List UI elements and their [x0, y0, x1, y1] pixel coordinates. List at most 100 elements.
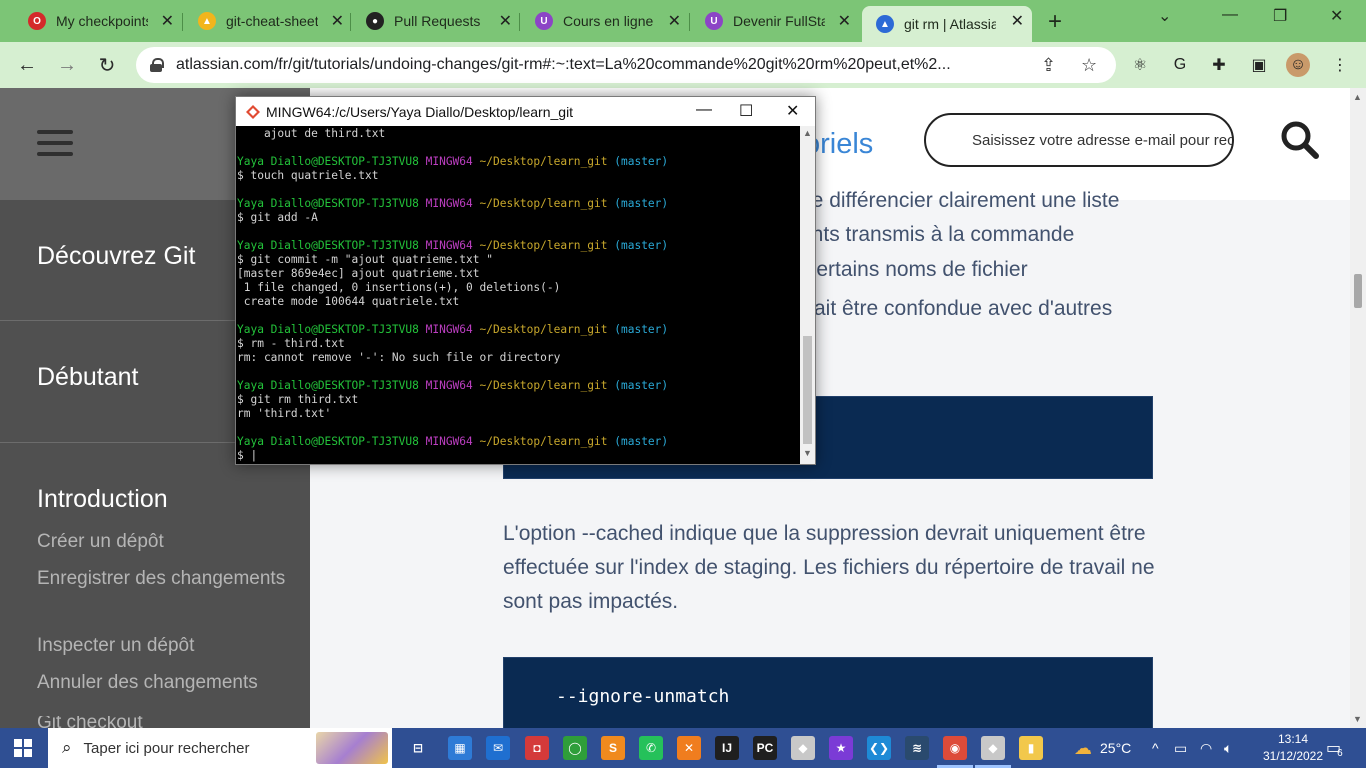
- side-panel-icon[interactable]: ▣: [1247, 53, 1271, 77]
- udemy-icon: U: [535, 12, 553, 30]
- profile-avatar[interactable]: ☺: [1286, 53, 1310, 77]
- close-icon[interactable]: ✕: [786, 101, 799, 121]
- prompt-branch: (master): [614, 155, 669, 168]
- sublime-icon[interactable]: S: [601, 736, 625, 760]
- star-app-icon[interactable]: ★: [829, 736, 853, 760]
- browser-tab[interactable]: O My checkpoints ✕: [14, 6, 182, 36]
- sidebar-link-inspect-repo[interactable]: Inspecter un dépôt: [37, 631, 297, 661]
- new-tab-button[interactable]: +: [1048, 8, 1062, 36]
- tab-search-icon[interactable]: ⌄: [1158, 6, 1171, 26]
- terminal-line: create mode 100644 quatriele.txt: [237, 295, 460, 308]
- terminal-scrollbar[interactable]: ▲ ▼: [800, 126, 815, 464]
- system-clock[interactable]: 13:14 31/12/2022: [1258, 731, 1328, 765]
- sidebar-link-create-repo[interactable]: Créer un dépôt: [37, 527, 297, 557]
- app-dark-icon[interactable]: ≋: [905, 736, 929, 760]
- sidebar-link-undo-changes[interactable]: Annuler des changements: [37, 668, 297, 698]
- git-bash-icon[interactable]: ◆: [981, 736, 1005, 760]
- back-arrow-icon[interactable]: ←: [12, 50, 42, 80]
- windows-start-icon[interactable]: [14, 739, 32, 757]
- extensions-puzzle-icon[interactable]: ✚: [1207, 53, 1231, 77]
- sidebar-section-introduction[interactable]: Introduction: [37, 485, 168, 514]
- email-input[interactable]: Saisissez votre adresse e-mail pour rec: [924, 113, 1234, 167]
- notification-count: 6: [1337, 747, 1343, 759]
- browser-menu-icon[interactable]: ⋮: [1328, 53, 1352, 77]
- task-view-icon[interactable]: ⊟: [406, 736, 430, 760]
- close-window-icon[interactable]: ✕: [1330, 6, 1343, 26]
- reload-icon[interactable]: ↻: [92, 50, 122, 80]
- weather-widget[interactable]: ☁ 25°C: [1074, 728, 1131, 768]
- terminal-line: rm 'third.txt': [237, 407, 332, 420]
- share-icon[interactable]: ⇪: [1041, 55, 1056, 76]
- minimize-icon[interactable]: —: [1222, 6, 1238, 24]
- taskbar-search[interactable]: ⌕ Taper ici pour rechercher: [48, 728, 392, 768]
- browser-tab[interactable]: U Devenir FullSta ✕: [691, 6, 859, 36]
- sidebar-section-beginner[interactable]: Débutant: [37, 363, 138, 392]
- git-gui-icon[interactable]: ◆: [791, 736, 815, 760]
- tab-close-icon[interactable]: ✕: [331, 11, 344, 31]
- page-scrollbar[interactable]: ▲ ▼: [1350, 88, 1366, 728]
- prompt-path: ~/Desktop/learn_git: [479, 435, 608, 448]
- hamburger-menu-icon[interactable]: [37, 130, 73, 156]
- chrome-icon[interactable]: ◉: [943, 736, 967, 760]
- weather-cloud-sun-icon: ☁: [1074, 737, 1092, 758]
- prompt-user: Yaya Diallo@DESKTOP-TJ3TVU8: [237, 155, 419, 168]
- browser-tab[interactable]: ▲ git-cheat-sheet ✕: [184, 6, 352, 36]
- tab-close-icon[interactable]: ✕: [499, 11, 512, 31]
- whatsapp-icon[interactable]: ✆: [639, 736, 663, 760]
- restore-icon[interactable]: ❐: [1273, 6, 1287, 26]
- cached-option-paragraph: L'option --cached indique que la suppres…: [503, 522, 1155, 613]
- address-bar[interactable]: atlassian.com/fr/git/tutorials/undoing-c…: [136, 47, 1116, 83]
- browser-tab[interactable]: ● Pull Requests ✕: [352, 6, 520, 36]
- forward-arrow-icon[interactable]: →: [52, 50, 82, 80]
- show-hidden-icons[interactable]: ^: [1152, 728, 1159, 768]
- scroll-down-icon[interactable]: ▼: [803, 448, 812, 458]
- scroll-down-icon[interactable]: ▼: [1353, 714, 1362, 724]
- prompt-path: ~/Desktop/learn_git: [479, 379, 608, 392]
- prompt-host: MINGW64: [425, 155, 473, 168]
- bookmark-star-icon[interactable]: ☆: [1081, 55, 1097, 76]
- browser-tab[interactable]: ▲ git rm | Atlassia ✕: [862, 6, 1032, 42]
- store-icon[interactable]: ▦: [448, 736, 472, 760]
- git-bash-window[interactable]: MINGW64:/c/Users/Yaya Diallo/Desktop/lea…: [235, 96, 816, 465]
- scroll-up-icon[interactable]: ▲: [803, 128, 812, 138]
- notification-center-icon[interactable]: ▭ 6: [1326, 728, 1343, 768]
- volume-icon[interactable]: 🔈︎: [1224, 728, 1232, 768]
- tab-close-icon[interactable]: ✕: [1011, 11, 1024, 31]
- browser-tab[interactable]: U Cours en ligne ✕: [521, 6, 689, 36]
- xampp-icon[interactable]: ✕: [677, 736, 701, 760]
- url-text[interactable]: atlassian.com/fr/git/tutorials/undoing-c…: [176, 56, 1026, 74]
- tab-close-icon[interactable]: ✕: [161, 11, 174, 31]
- search-icon[interactable]: [1280, 120, 1320, 160]
- git-bash-icon: [246, 104, 260, 119]
- prompt-host: MINGW64: [425, 379, 473, 392]
- scrollbar-thumb[interactable]: [1354, 274, 1362, 308]
- tab-close-icon[interactable]: ✕: [668, 11, 681, 31]
- sidebar-link-checkout[interactable]: Git checkout: [37, 716, 297, 728]
- terminal-line: Yaya Diallo@DESKTOP-TJ3TVU8 MINGW64 ~/De…: [237, 323, 799, 337]
- battery-icon[interactable]: ▭: [1174, 728, 1187, 768]
- maximize-icon[interactable]: ☐: [739, 101, 753, 121]
- google-translate-icon[interactable]: G: [1168, 53, 1192, 77]
- sidebar-link-save-changes[interactable]: Enregistrer des changements: [37, 564, 297, 594]
- mail-icon[interactable]: ✉: [486, 736, 510, 760]
- app-red-icon[interactable]: ◘: [525, 736, 549, 760]
- app-green-ring-icon[interactable]: ◯: [563, 736, 587, 760]
- terminal-output[interactable]: ajout de third.txt Yaya Diallo@DESKTOP-TJ…: [237, 126, 799, 464]
- wifi-icon[interactable]: ◠: [1200, 728, 1212, 768]
- file-explorer-icon[interactable]: ▮: [1019, 736, 1043, 760]
- scrollbar-thumb[interactable]: [803, 336, 812, 444]
- tab-close-icon[interactable]: ✕: [838, 11, 851, 31]
- vscode-icon[interactable]: ❮❯: [867, 736, 891, 760]
- prompt-path: ~/Desktop/learn_git: [479, 155, 608, 168]
- sidebar-section-discover[interactable]: Découvrez Git: [37, 242, 195, 271]
- terminal-titlebar[interactable]: MINGW64:/c/Users/Yaya Diallo/Desktop/lea…: [236, 97, 815, 126]
- intellij-icon[interactable]: IJ: [715, 736, 739, 760]
- react-devtools-icon[interactable]: ⚛: [1128, 53, 1152, 77]
- minimize-icon[interactable]: —: [696, 101, 712, 119]
- article-line: certains noms de fichier: [800, 258, 1028, 281]
- prompt-path: ~/Desktop/learn_git: [479, 197, 608, 210]
- pycharm-icon[interactable]: PC: [753, 736, 777, 760]
- scroll-up-icon[interactable]: ▲: [1353, 92, 1362, 102]
